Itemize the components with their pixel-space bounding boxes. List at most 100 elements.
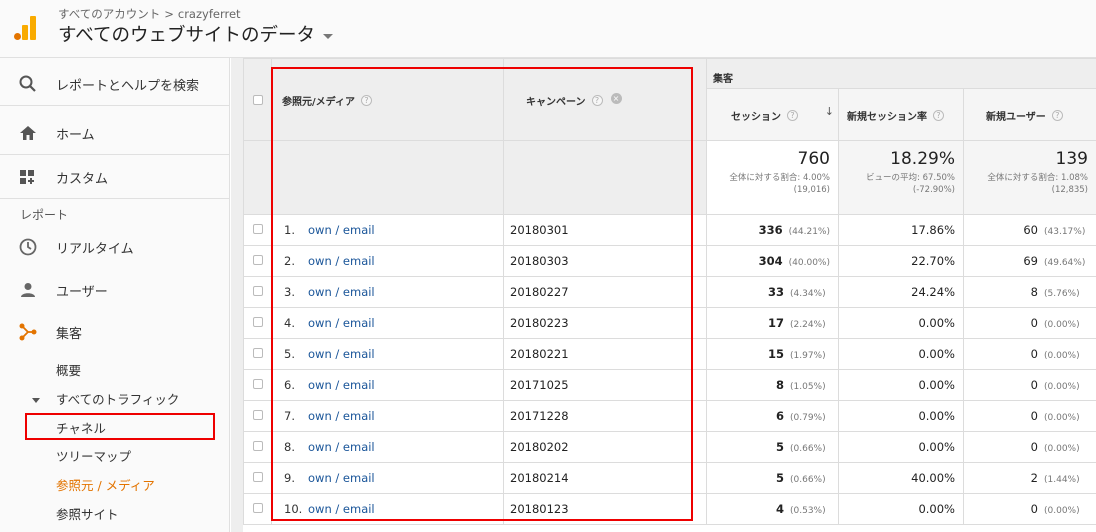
- help-icon[interactable]: ?: [933, 110, 944, 121]
- select-all-checkbox[interactable]: [252, 95, 263, 105]
- row-checkbox[interactable]: [252, 255, 263, 265]
- sessions-value: 33: [767, 285, 784, 299]
- sessions-value: 6: [775, 409, 784, 423]
- col-header-sessions-label: セッション: [731, 112, 781, 123]
- cell-new-users: 0 (0.00%): [963, 369, 1096, 401]
- row-checkbox[interactable]: [252, 379, 263, 389]
- cell-campaign: 20180303: [503, 245, 707, 277]
- cell-sessions: 304 (40.00%): [706, 245, 839, 277]
- sidebar-item-source-medium[interactable]: 参照元 / メディア: [56, 475, 155, 494]
- sidebar-item-all-traffic[interactable]: すべてのトラフィック: [32, 389, 179, 408]
- sidebar-item-label: ユーザー: [56, 285, 108, 300]
- col-header-campaign[interactable]: キャンペーン? ×: [503, 58, 707, 141]
- source-medium-link[interactable]: own / email: [308, 471, 375, 485]
- new-users-value: 0: [1030, 440, 1038, 454]
- col-header-users-label: 新規ユーザー: [986, 112, 1046, 123]
- cell-sessions: 15 (1.97%): [706, 338, 839, 370]
- analytics-logo-icon[interactable]: [14, 16, 36, 40]
- help-icon[interactable]: ?: [1051, 110, 1063, 121]
- view-selector[interactable]: すべてのウェブサイトのデータ: [58, 21, 333, 47]
- source-medium-link[interactable]: own / email: [308, 502, 375, 516]
- cell-campaign: 20180202: [503, 431, 707, 463]
- col-header-sessions[interactable]: セッション? ↓: [706, 88, 839, 141]
- summary-sessions-note: 全体に対する割合: 4.00%: [729, 173, 830, 183]
- sessions-value: 17: [767, 316, 784, 330]
- row-index: 6.: [284, 378, 295, 392]
- sessions-value: 4: [775, 502, 784, 516]
- report-table: 参照元/メディア? キャンペーン? × 集客 セッション? ↓ 新規セッション率? …: [243, 58, 1096, 525]
- sidebar-item-label: ホーム: [56, 128, 95, 143]
- person-icon: [21, 283, 35, 297]
- caret-down-icon: [322, 33, 333, 39]
- breadcrumb-chevron-icon: >: [164, 7, 174, 21]
- sidebar-item-treemap[interactable]: ツリーマップ: [56, 446, 131, 465]
- cell-new-session-rate: 17.86%: [838, 214, 964, 246]
- table-row: 5. own / email 20180221 15 (1.97%) 0.00% 0 (0.0…: [243, 338, 1096, 370]
- col-header-new-session-rate[interactable]: 新規セッション率?: [838, 88, 964, 141]
- row-checkbox[interactable]: [252, 441, 263, 451]
- col-header-source[interactable]: 参照元/メディア?: [271, 58, 504, 141]
- breadcrumb-root[interactable]: すべてのアカウント: [58, 7, 160, 21]
- sidebar-item-acquisition[interactable]: 集客: [0, 311, 229, 353]
- table-row: 3. own / email 20180227 33 (4.34%) 24.24% 8 (5.…: [243, 276, 1096, 308]
- cell-campaign: 20171025: [503, 369, 707, 401]
- row-checkbox[interactable]: [252, 503, 263, 513]
- source-medium-link[interactable]: own / email: [308, 285, 375, 299]
- sidebar-search[interactable]: レポートとヘルプを検索: [0, 62, 229, 106]
- row-checkbox[interactable]: [252, 410, 263, 420]
- help-icon[interactable]: ?: [360, 95, 372, 106]
- sidebar-item-home[interactable]: ホーム: [0, 111, 229, 155]
- new-users-percent: (0.00%): [1044, 506, 1080, 516]
- source-medium-link[interactable]: own / email: [308, 223, 375, 237]
- source-medium-link[interactable]: own / email: [308, 316, 375, 330]
- cell-new-session-rate: 22.70%: [838, 245, 964, 277]
- breadcrumb-account[interactable]: crazyferret: [178, 7, 241, 21]
- summary-sessions-total: (19,016): [793, 185, 830, 195]
- cell-sessions: 33 (4.34%): [706, 276, 839, 308]
- breadcrumb[interactable]: すべてのアカウント > crazyferret: [58, 6, 241, 22]
- col-header-new-users[interactable]: 新規ユーザー?: [963, 88, 1096, 141]
- cell-source: 9. own / email: [271, 462, 504, 494]
- source-medium-link[interactable]: own / email: [308, 409, 375, 423]
- row-checkbox[interactable]: [252, 224, 263, 234]
- cell-new-users: 0 (0.00%): [963, 493, 1096, 525]
- new-users-percent: (0.00%): [1044, 351, 1080, 361]
- cell-campaign: 20180301: [503, 214, 707, 246]
- sessions-value: 15: [767, 347, 784, 361]
- row-select-cell: [243, 369, 272, 401]
- row-select-cell: [243, 276, 272, 308]
- source-medium-link[interactable]: own / email: [308, 378, 375, 392]
- summary-sessions-value: 760: [797, 149, 830, 169]
- row-checkbox[interactable]: [252, 348, 263, 358]
- row-select-cell: [243, 245, 272, 277]
- source-medium-link[interactable]: own / email: [308, 440, 375, 454]
- help-icon[interactable]: ?: [787, 110, 798, 121]
- help-icon[interactable]: ?: [591, 95, 603, 106]
- group-header-acquisition: 集客: [706, 58, 1096, 89]
- row-index: 9.: [284, 471, 295, 485]
- row-checkbox[interactable]: [252, 472, 263, 482]
- sidebar-item-overview[interactable]: 概要: [56, 360, 81, 379]
- sessions-value: 304: [758, 254, 783, 268]
- cell-campaign: 20180221: [503, 338, 707, 370]
- summary-rate-note: ビューの平均: 67.50%: [866, 173, 955, 183]
- cell-new-users: 69 (49.64%): [963, 245, 1096, 277]
- cell-sessions: 336 (44.21%): [706, 214, 839, 246]
- new-users-percent: (0.00%): [1044, 382, 1080, 392]
- section-label-reports: レポート: [20, 208, 69, 222]
- remove-dimension-icon[interactable]: ×: [610, 93, 622, 104]
- source-medium-link[interactable]: own / email: [308, 347, 375, 361]
- sidebar-item-users[interactable]: ユーザー: [0, 269, 229, 311]
- row-checkbox[interactable]: [252, 286, 263, 296]
- sort-down-arrow-icon[interactable]: ↓: [825, 105, 834, 118]
- sidebar-item-custom[interactable]: カスタム: [0, 155, 229, 199]
- sidebar-item-realtime[interactable]: リアルタイム: [0, 226, 229, 268]
- summary-rate: 18.29% ビューの平均: 67.50% (-72.90%): [838, 140, 964, 215]
- new-users-value: 60: [1023, 223, 1038, 237]
- row-checkbox[interactable]: [252, 317, 263, 327]
- sidebar-item-referrals[interactable]: 参照サイト: [56, 504, 119, 523]
- summary-users-value: 139: [1055, 149, 1088, 169]
- cell-sessions: 8 (1.05%): [706, 369, 839, 401]
- dashboard-add-icon: [20, 170, 34, 184]
- source-medium-link[interactable]: own / email: [308, 254, 375, 268]
